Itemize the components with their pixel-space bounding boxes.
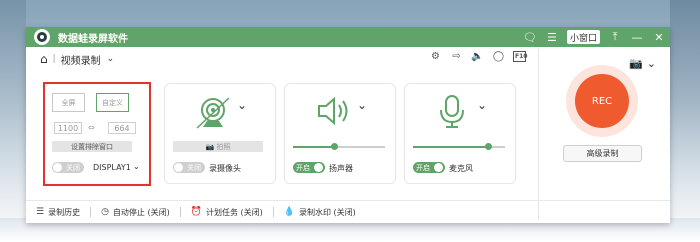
minimize-icon[interactable]: —: [626, 27, 648, 47]
link-ratio-icon[interactable]: ⇔: [88, 123, 95, 132]
app-logo-icon: [34, 29, 50, 45]
title-bar[interactable]: 数据蛙录屏软件 🗨 ☰ 小窗口 ⤒ — ✕: [26, 27, 670, 47]
chevron-down-icon[interactable]: ⌄: [237, 98, 247, 112]
export-icon[interactable]: ⇨: [450, 51, 463, 62]
speaker-card: ⌄ 开启 扬声器: [284, 83, 396, 184]
clock-icon: ◷: [101, 207, 109, 217]
chevron-down-icon[interactable]: ⌄: [647, 57, 656, 70]
fullscreen-mode-button[interactable]: 全屏: [52, 93, 85, 112]
auto-stop-link[interactable]: ◷ 自动停止 (关闭): [101, 207, 170, 218]
home-icon[interactable]: ⌂: [40, 52, 48, 66]
app-title: 数据蛙录屏软件: [58, 33, 128, 45]
custom-mode-button[interactable]: 自定义: [96, 93, 129, 112]
screen-toggle[interactable]: 关闭: [52, 162, 84, 173]
panel-divider: [538, 49, 539, 219]
mic-toggle[interactable]: 开启: [413, 162, 445, 173]
breadcrumb-separator: |: [52, 54, 56, 64]
mic-card: ⌄ 开启 麦克风: [404, 83, 516, 184]
screenshot-control[interactable]: 📷 ⌄: [629, 57, 656, 70]
webcam-icon[interactable]: [193, 96, 233, 130]
close-icon[interactable]: ✕: [648, 27, 670, 47]
mic-label: 麦克风: [449, 164, 473, 173]
display-select[interactable]: DISPLAY1: [93, 163, 131, 172]
height-input[interactable]: 664: [108, 122, 136, 134]
exclude-window-button[interactable]: 设置排除窗口: [52, 141, 132, 152]
schedule-link[interactable]: ⏰ 计划任务 (关闭): [191, 207, 263, 218]
advanced-record-button[interactable]: 高级录制: [563, 145, 642, 162]
microphone-icon[interactable]: [435, 94, 469, 130]
camera-icon[interactable]: 📷: [629, 57, 643, 70]
fullscreen-icon[interactable]: F10: [513, 51, 527, 62]
speaker-icon[interactable]: 🔈: [471, 51, 484, 62]
mic-volume-fill: [413, 146, 488, 148]
rec-label: REC: [575, 74, 629, 128]
pin-icon[interactable]: ⤒: [604, 27, 626, 47]
screen-area-card: 全屏 自定义 1100 ⇔ 664 设置排除窗口 关闭 DISPLAY1 ⌄: [44, 83, 150, 185]
app-window: 数据蛙录屏软件 🗨 ☰ 小窗口 ⤒ — ✕ ⌂ | 视频录制 ⌄ ⚙ ⇨ 🔈 ◯…: [26, 27, 670, 223]
breadcrumb[interactable]: 视频录制: [61, 52, 101, 67]
list-icon: ☰: [36, 207, 45, 217]
speaker-toggle[interactable]: 开启: [293, 162, 325, 173]
rec-button[interactable]: REC: [566, 65, 638, 137]
desktop-background-right: [670, 0, 700, 242]
camera-icon: 📷: [205, 142, 215, 151]
speaker-label: 扬声器: [329, 164, 353, 173]
history-link[interactable]: ☰ 录制历史: [36, 207, 80, 218]
mini-window-button[interactable]: 小窗口: [566, 30, 600, 44]
nav-bar: ⌂ | 视频录制 ⌄ ⚙ ⇨ 🔈 ◯ F10: [26, 47, 536, 71]
speaker-icon[interactable]: [313, 94, 353, 128]
mouse-icon[interactable]: ◯: [492, 51, 505, 62]
footer-bar: ☰ 录制历史 ◷ 自动停止 (关闭) ⏰ 计划任务 (关闭) 💧 录制水印 (关…: [26, 200, 670, 223]
speaker-volume-fill: [293, 146, 334, 148]
settings-icon[interactable]: ⚙: [429, 51, 442, 62]
webcam-card: ⌄ 📷 拍照 关闭 录摄像头: [164, 83, 276, 184]
menu-icon[interactable]: ☰: [541, 27, 563, 47]
chevron-down-icon[interactable]: ⌄: [107, 54, 115, 64]
watermark-link[interactable]: 💧 录制水印 (关闭): [284, 207, 356, 218]
webcam-label: 录摄像头: [209, 164, 241, 173]
alarm-icon: ⏰: [190, 207, 202, 217]
chevron-down-icon[interactable]: ⌄: [133, 162, 140, 171]
chevron-down-icon[interactable]: ⌄: [357, 98, 367, 112]
mic-volume-handle[interactable]: [485, 143, 492, 150]
desktop-background-left: [0, 0, 26, 242]
chat-icon[interactable]: 🗨: [519, 27, 541, 47]
webcam-toggle[interactable]: 关闭: [173, 162, 205, 173]
speaker-volume-handle[interactable]: [331, 143, 338, 150]
drop-icon: 💧: [283, 207, 295, 217]
width-input[interactable]: 1100: [54, 122, 82, 134]
photo-button[interactable]: 📷 拍照: [173, 141, 263, 152]
chevron-down-icon[interactable]: ⌄: [477, 98, 487, 112]
